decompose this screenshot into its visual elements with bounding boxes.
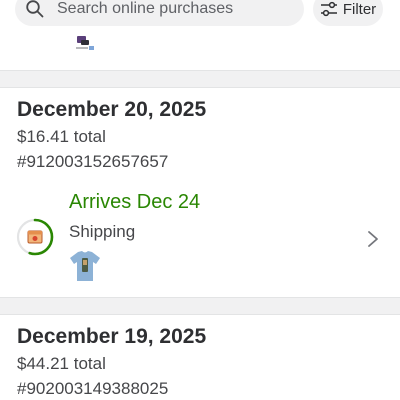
- filter-button[interactable]: Filter: [313, 0, 383, 26]
- order-date: December 20, 2025: [17, 98, 207, 121]
- order-number: #912003152657657: [17, 152, 169, 171]
- section-gap: [0, 298, 400, 314]
- purchase-history-page: Search online purchases Filter December …: [0, 0, 400, 400]
- search-input[interactable]: Search online purchases: [15, 0, 304, 26]
- search-icon: [26, 0, 44, 18]
- order-number: #902003149388025: [17, 379, 169, 398]
- section-gap: [0, 71, 400, 87]
- search-header: Search online purchases Filter: [0, 0, 400, 36]
- sliders-icon: [320, 1, 337, 17]
- delivery-status-title: Arrives Dec 24: [69, 191, 201, 213]
- order-date: December 19, 2025: [17, 325, 207, 348]
- order-total: $16.41 total: [17, 127, 106, 146]
- search-placeholder: Search online purchases: [57, 0, 234, 17]
- product-thumbnail[interactable]: [74, 36, 98, 54]
- shipping-status-label: Shipping: [69, 222, 136, 241]
- chevron-right-icon[interactable]: [366, 229, 380, 249]
- package-icon: [27, 230, 43, 244]
- shipping-progress-ring: [16, 218, 54, 256]
- order-total: $44.21 total: [17, 354, 106, 373]
- order-card[interactable]: December 19, 2025 $44.21 total #90200314…: [0, 315, 400, 400]
- filter-label: Filter: [342, 0, 377, 18]
- tshirt-thumbnail[interactable]: [68, 249, 102, 283]
